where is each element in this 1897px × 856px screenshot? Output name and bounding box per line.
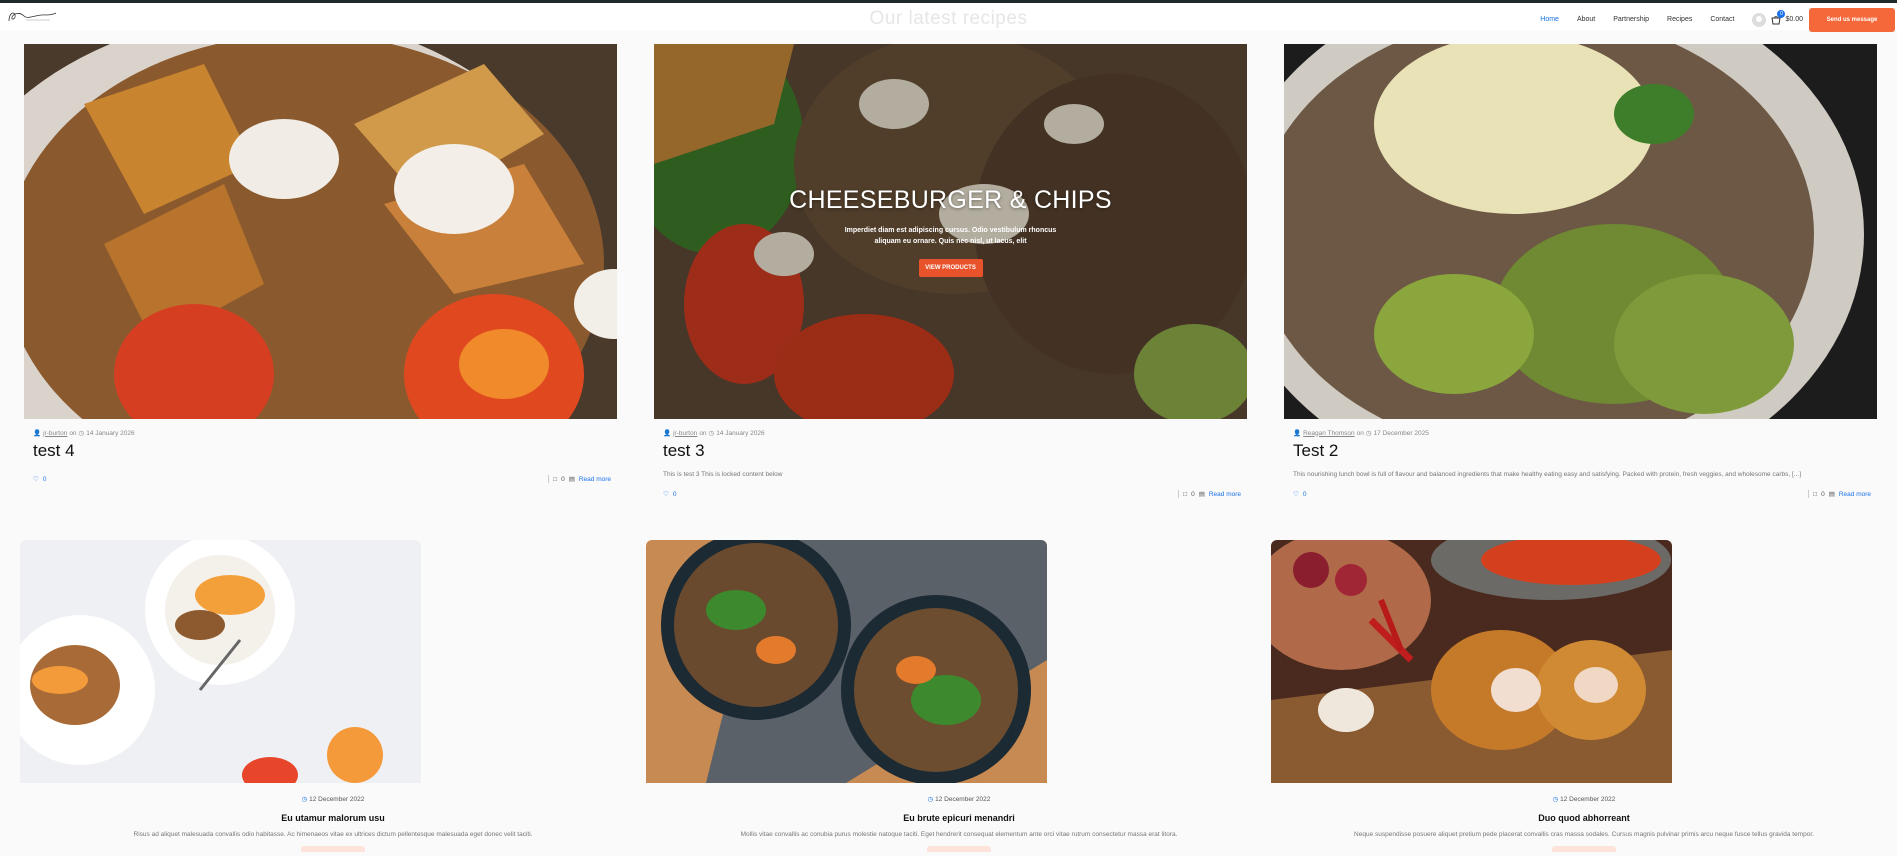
hero-text: Imperdiet diam est adipiscing cursus. Od… bbox=[844, 227, 1057, 245]
comment-icon: □ bbox=[1183, 490, 1188, 498]
comment-count: 0 bbox=[1191, 490, 1195, 498]
post-excerpt: This is test 3 This is locked content be… bbox=[663, 471, 783, 478]
nav-contact[interactable]: Contact bbox=[1710, 16, 1734, 23]
post-actions: □ 0 ▤ Read more bbox=[548, 475, 611, 483]
post-image[interactable] bbox=[1284, 44, 1877, 419]
post-card: CHEESEBURGER & CHIPS Imperdiet diam est … bbox=[654, 44, 1247, 498]
heart-icon: ♡ bbox=[33, 476, 39, 483]
doc-icon: ▤ bbox=[568, 476, 575, 483]
post-card: 👤 Reagan Thomson on ◷ 17 December 2025 Test … bbox=[1284, 44, 1877, 498]
post-meta: 👤 jr-burton on ◷ 14 January 2026 bbox=[33, 429, 135, 438]
recipe-image[interactable] bbox=[646, 540, 1047, 783]
post-title[interactable]: test 3 bbox=[663, 441, 1247, 461]
post-date: 14 January 2026 bbox=[86, 429, 135, 437]
site-header: Our latest recipes Home About Partnershi… bbox=[0, 3, 1897, 33]
doc-icon: ▤ bbox=[1828, 491, 1835, 498]
nav-partnership[interactable]: Partnership bbox=[1613, 16, 1649, 23]
calendar-icon: ◷ bbox=[1552, 796, 1559, 803]
cart-count-badge: 0 bbox=[1777, 9, 1786, 18]
clock-icon: ◷ bbox=[708, 430, 715, 437]
post-meta: 👤 Reagan Thomson on ◷ 17 December 2025 bbox=[1293, 429, 1429, 438]
like-button[interactable]: ♡ 0 bbox=[33, 475, 46, 484]
recipe-date: ◷ 12 December 2022 bbox=[927, 796, 991, 803]
recipe-image[interactable] bbox=[20, 540, 421, 783]
recipe-date: ◷ 12 December 2022 bbox=[301, 796, 365, 803]
cart-icon[interactable]: 0 bbox=[1771, 9, 1786, 25]
heart-icon: ♡ bbox=[663, 491, 669, 498]
comment-count: 0 bbox=[1821, 490, 1825, 498]
post-footer: ♡ 0 □ 0 ▤ Read more bbox=[33, 475, 611, 483]
user-icon: 👤 bbox=[33, 430, 42, 437]
read-more-link[interactable]: Read more bbox=[1209, 491, 1241, 498]
account-avatar-icon[interactable] bbox=[1752, 12, 1767, 27]
post-date: 17 December 2025 bbox=[1373, 429, 1429, 437]
post-author[interactable]: Reagan Thomson bbox=[1303, 430, 1355, 437]
post-image[interactable]: CHEESEBURGER & CHIPS Imperdiet diam est … bbox=[654, 44, 1247, 419]
cart-total[interactable]: $0.00 bbox=[1785, 16, 1803, 23]
like-button[interactable]: ♡ 0 bbox=[663, 490, 676, 499]
post-actions: □ 0 ▤ Read more bbox=[1178, 490, 1241, 498]
recipe-card: ◷ 12 December 2022 Eu utamur malorum usu… bbox=[20, 540, 646, 852]
recipe-button[interactable] bbox=[927, 846, 991, 852]
recipe-image[interactable] bbox=[1271, 540, 1672, 783]
user-icon: 👤 bbox=[1293, 430, 1302, 437]
hero-overlay: CHEESEBURGER & CHIPS Imperdiet diam est … bbox=[654, 44, 1247, 419]
comment-icon: □ bbox=[1813, 490, 1818, 498]
recipe-text: Mollis vitae convallis ac conubia purus … bbox=[740, 831, 1178, 838]
post-date: 14 January 2026 bbox=[716, 429, 765, 437]
post-excerpt: This nourishing lunch bowl is full of fl… bbox=[1293, 471, 1802, 478]
post-author[interactable]: jr-burton bbox=[43, 430, 67, 437]
recipe-text: Risus ad aliquet malesuada convallis odi… bbox=[133, 831, 533, 838]
post-title[interactable]: test 4 bbox=[33, 441, 617, 461]
nav-about[interactable]: About bbox=[1577, 16, 1595, 23]
recipe-card: ◷ 12 December 2022 Duo quod abhorreant N… bbox=[1271, 540, 1897, 852]
hero-heading: CHEESEBURGER & CHIPS bbox=[789, 186, 1112, 214]
post-actions: □ 0 ▤ Read more bbox=[1808, 490, 1871, 498]
clock-icon: ◷ bbox=[78, 430, 85, 437]
main-nav: Home About Partnership Recipes Contact 0… bbox=[1540, 6, 1897, 33]
post-meta: 👤 jr-burton on ◷ 14 January 2026 bbox=[663, 429, 765, 438]
post-image[interactable] bbox=[24, 44, 617, 419]
clock-icon: ◷ bbox=[1365, 430, 1372, 437]
user-icon: 👤 bbox=[663, 430, 672, 437]
recipe-date: ◷ 12 December 2022 bbox=[1552, 796, 1616, 803]
recipe-title[interactable]: Eu brute epicuri menandri bbox=[646, 813, 1272, 823]
read-more-link[interactable]: Read more bbox=[579, 476, 611, 483]
read-more-link[interactable]: Read more bbox=[1839, 491, 1871, 498]
recipe-button[interactable] bbox=[1552, 846, 1616, 852]
post-footer: ♡ 0 □ 0 ▤ Read more bbox=[1293, 490, 1871, 498]
calendar-icon: ◷ bbox=[301, 796, 308, 803]
post-footer: ♡ 0 □ 0 ▤ Read more bbox=[663, 490, 1241, 498]
nav-home[interactable]: Home bbox=[1540, 16, 1559, 23]
recipe-card: ◷ 12 December 2022 Eu brute epicuri mena… bbox=[646, 540, 1272, 852]
calendar-icon: ◷ bbox=[927, 796, 934, 803]
post-title[interactable]: Test 2 bbox=[1293, 441, 1877, 461]
heart-icon: ♡ bbox=[1293, 491, 1299, 498]
post-card: 👤 jr-burton on ◷ 14 January 2026 test 4 ♡ 0 □… bbox=[24, 44, 617, 483]
send-message-button[interactable]: Send us message bbox=[1809, 7, 1895, 32]
post-author[interactable]: jr-burton bbox=[673, 430, 697, 437]
doc-icon: ▤ bbox=[1198, 491, 1205, 498]
recipe-title[interactable]: Duo quod abhorreant bbox=[1271, 813, 1897, 823]
recipe-text: Neque suspendisse posuere aliquet pretiu… bbox=[1354, 831, 1814, 838]
like-button[interactable]: ♡ 0 bbox=[1293, 490, 1306, 499]
comment-icon: □ bbox=[553, 475, 558, 483]
view-products-button[interactable]: VIEW PRODUCTS bbox=[918, 259, 983, 277]
recipe-title[interactable]: Eu utamur malorum usu bbox=[20, 813, 646, 823]
recipe-button[interactable] bbox=[301, 846, 365, 852]
comment-count: 0 bbox=[561, 475, 565, 483]
nav-recipes[interactable]: Recipes bbox=[1667, 16, 1692, 23]
